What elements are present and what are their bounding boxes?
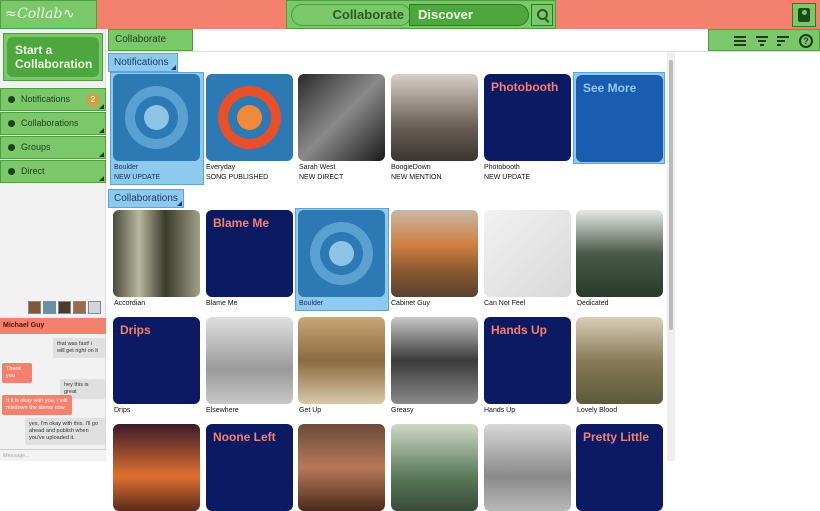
tile-status: NEW UPDATE: [484, 174, 531, 181]
chat-message: that was fast! i will get right on it: [53, 338, 105, 358]
tile-title: Accordian: [114, 300, 146, 307]
sidebar-item-label: Collaborations: [21, 118, 79, 128]
tile-status: NEW UPDATE: [114, 174, 161, 181]
avatar[interactable]: [43, 301, 56, 314]
notification-tile-photobooth[interactable]: Photobooth: [484, 74, 571, 161]
notification-tile-boogiedown[interactable]: [391, 74, 478, 161]
people-icon: [8, 144, 15, 151]
section-notifications[interactable]: Notifications: [108, 53, 178, 72]
collab-tile-elsewhere[interactable]: [206, 317, 293, 404]
tile-title: Sarah West: [299, 164, 336, 171]
tile-title: Boulder: [114, 164, 139, 171]
expand-corner-icon: [99, 152, 104, 157]
chat-message-input[interactable]: Message...: [0, 449, 106, 461]
discover-tab[interactable]: Discover: [409, 4, 529, 26]
tile-title: Cabinet Guy: [391, 300, 430, 307]
avatar[interactable]: [58, 301, 71, 314]
collab-tile-dedicated[interactable]: [576, 210, 663, 297]
tile-title: Dedicated: [577, 300, 609, 307]
collab-tile[interactable]: [484, 424, 571, 511]
expand-corner-icon: [99, 128, 104, 133]
bell-icon: [8, 96, 15, 103]
tile-status: NEW MENTION: [391, 174, 442, 181]
tile-title: Photobooth: [484, 164, 520, 171]
collab-tile-get-up[interactable]: [298, 317, 385, 404]
section-label: Notifications: [114, 57, 169, 68]
avatar[interactable]: [73, 301, 86, 314]
expand-corner-icon: [171, 65, 176, 70]
tile-status: SONG PUBLISHED: [206, 174, 269, 181]
collab-tile-accordian[interactable]: [113, 210, 200, 297]
tile-title: Hands Up: [484, 407, 516, 414]
sidebar-item-collaborations[interactable]: Collaborations: [0, 112, 106, 135]
online-avatars: [28, 301, 103, 315]
collab-tile-can-not-feel[interactable]: [484, 210, 571, 297]
collab-tile-pretty-little[interactable]: Pretty Little: [576, 424, 663, 511]
section-label: Collaborations: [114, 193, 178, 204]
start-collaboration-button[interactable]: Start a Collaboration: [3, 33, 103, 81]
section-collaborations[interactable]: Collaborations: [108, 189, 184, 208]
notification-tile-sarah-west[interactable]: [298, 74, 385, 161]
collab-tile[interactable]: [113, 424, 200, 511]
expand-corner-icon: [99, 176, 104, 181]
notification-count-badge: 2: [86, 93, 100, 107]
collab-tile-boulder[interactable]: [298, 210, 385, 297]
collab-tile-hands-up[interactable]: Hands Up: [484, 317, 571, 404]
chat-contact-header[interactable]: Michael Guy: [0, 318, 106, 334]
start-collaboration-label: Start a Collaboration: [7, 37, 99, 77]
tile-title: Greasy: [391, 407, 414, 414]
chat-message: Thank you: [2, 363, 32, 383]
scrollbar-thumb[interactable]: [669, 60, 673, 330]
tile-title: Can Not Feel: [484, 300, 526, 307]
collaborate-tab[interactable]: Collaborate: [291, 4, 411, 26]
filter-icon[interactable]: [756, 35, 768, 47]
notification-tile-everyday[interactable]: [206, 74, 293, 161]
logo-text: Collab: [17, 6, 63, 22]
view-tools: ?: [708, 29, 820, 51]
collab-tile-drips[interactable]: Drips: [113, 317, 200, 404]
collab-tile-greasy[interactable]: [391, 317, 478, 404]
chat-message: yes, I'm okay with this. I'll go ahead a…: [25, 418, 105, 445]
collab-tile-blame-me[interactable]: Blame Me: [206, 210, 293, 297]
tile-title: Drips: [114, 407, 131, 414]
sidebar-item-direct[interactable]: Direct: [0, 160, 106, 183]
collab-tile-noone-left[interactable]: Noone Left: [206, 424, 293, 511]
collab-tile-cabinet-guy[interactable]: [391, 210, 478, 297]
sidebar-item-label: Direct: [21, 166, 45, 176]
tile-title: Boulder: [299, 300, 324, 307]
list-view-icon[interactable]: [734, 35, 746, 47]
collab-tile[interactable]: [391, 424, 478, 511]
user-profile-icon[interactable]: [792, 3, 816, 27]
fork-icon: [8, 120, 15, 127]
tile-title: Elsewhere: [206, 407, 239, 414]
chat-message: If it is okay with you, I will mixdown t…: [2, 395, 72, 415]
notification-tile-boulder[interactable]: [113, 74, 200, 161]
tile-status: NEW DIRECT: [299, 174, 344, 181]
app-logo[interactable]: Collab: [0, 0, 97, 29]
main-nav: Collaborate Discover: [286, 0, 556, 29]
search-icon[interactable]: [531, 4, 553, 26]
expand-corner-icon: [177, 201, 182, 206]
sidebar-item-label: Groups: [21, 142, 51, 152]
sort-icon[interactable]: [777, 35, 789, 47]
breadcrumb[interactable]: Collaborate Home: [108, 29, 193, 65]
collab-tile[interactable]: [298, 424, 385, 511]
avatar[interactable]: [28, 301, 41, 314]
help-icon[interactable]: ?: [799, 34, 813, 48]
sidebar-item-groups[interactable]: Groups: [0, 136, 106, 159]
tile-title: Get Up: [299, 407, 322, 414]
expand-corner-icon: [99, 104, 104, 109]
collab-tile-lovely-blood[interactable]: [576, 317, 663, 404]
tile-title: Blame Me: [206, 300, 238, 307]
person-icon: [8, 168, 15, 175]
sidebar-item-notifications[interactable]: Notifications 2: [0, 88, 106, 111]
tile-title: Everyday: [206, 164, 236, 171]
tile-title: BoogieDown: [391, 164, 431, 171]
see-more-tile[interactable]: See More: [576, 75, 663, 162]
tile-title: Lovely Blood: [577, 407, 618, 414]
sidebar-item-label: Notifications: [21, 94, 71, 104]
avatar[interactable]: [88, 301, 101, 314]
